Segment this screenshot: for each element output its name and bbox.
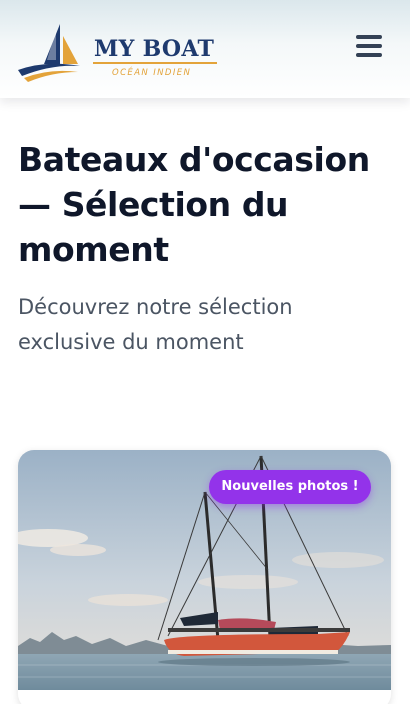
page-subtitle: Découvrez notre sélection exclusive du m… [18, 295, 293, 354]
hamburger-menu-icon[interactable] [350, 32, 386, 64]
sailboat-logo-icon [18, 24, 80, 82]
page-title: Bateaux d'occasion — Sélection du moment [18, 140, 370, 269]
menu-bar-top [356, 35, 382, 39]
logo-subtitle: OCÉAN INDIEN [112, 68, 192, 78]
logo-divider [93, 62, 217, 64]
site-header: MY BOAT OCÉAN INDIEN [0, 0, 410, 98]
listing-card[interactable]: Nouvelles photos ! [18, 450, 391, 704]
logo-title: MY BOAT [94, 36, 215, 62]
new-photos-badge: Nouvelles photos ! [209, 470, 371, 504]
site-logo[interactable]: MY BOAT OCÉAN INDIEN [16, 20, 226, 84]
menu-bar-bottom [356, 53, 382, 57]
menu-bar-middle [356, 44, 382, 48]
